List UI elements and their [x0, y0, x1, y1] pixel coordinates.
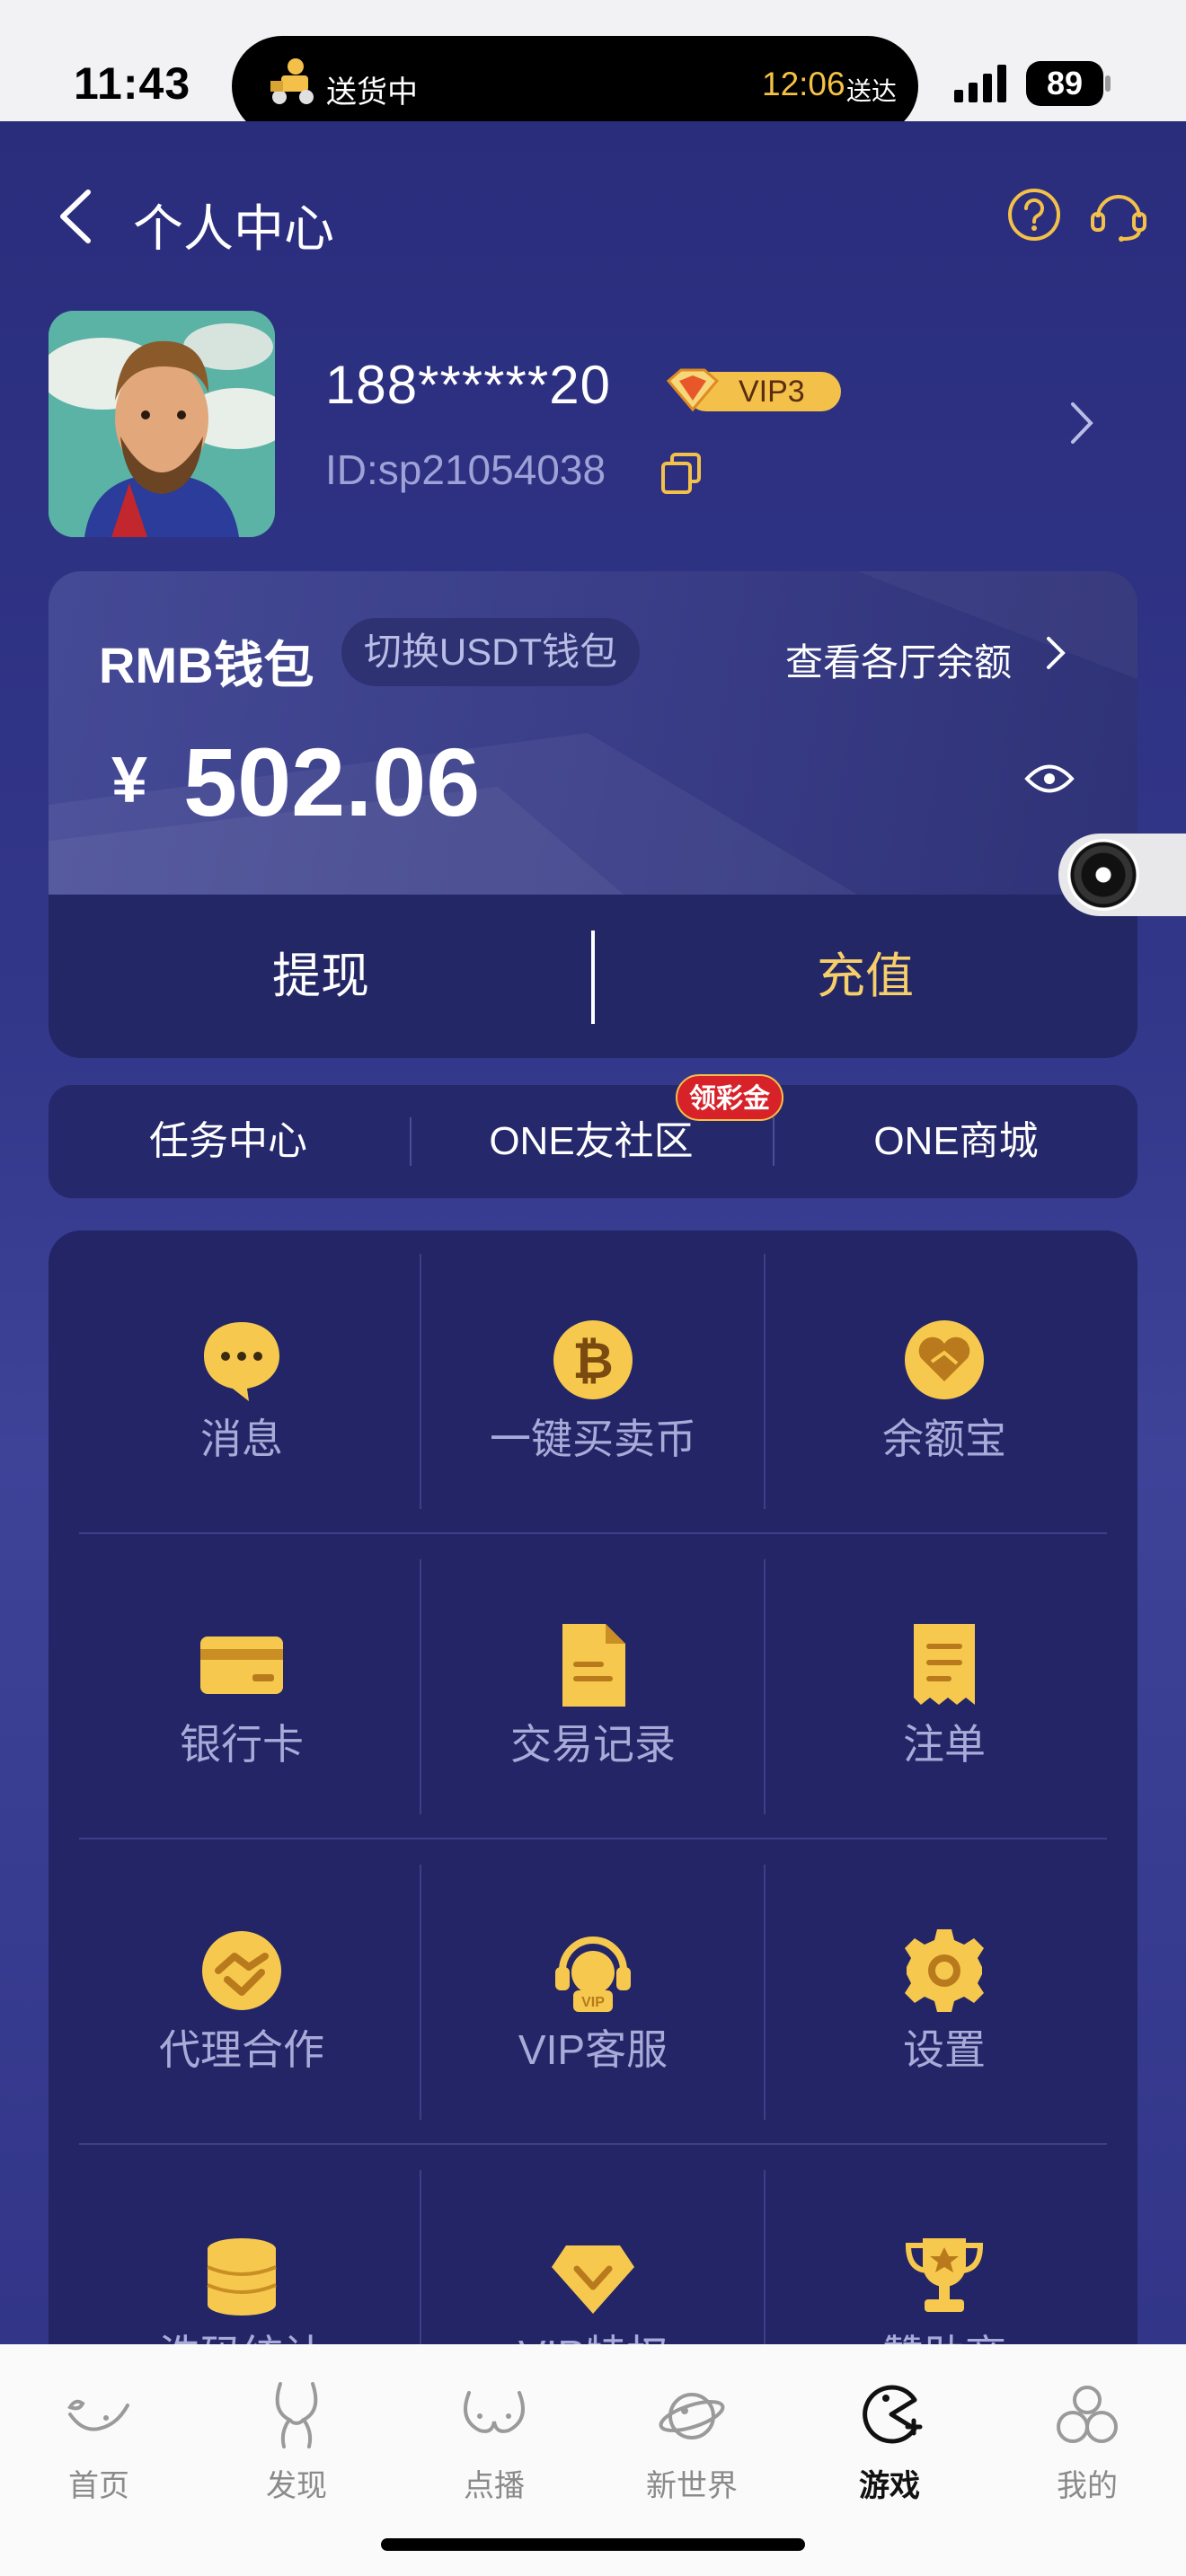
activity-time: 12:06 — [762, 66, 845, 102]
grid-item-transactions[interactable]: 交易记录 — [421, 1536, 765, 1841]
coin-stack-icon — [207, 2238, 277, 2316]
reward-badge[interactable]: 领彩金 — [676, 1074, 783, 1121]
vinyl-disc-icon[interactable] — [1067, 839, 1139, 911]
svg-text:₿: ₿ — [572, 1332, 614, 1389]
vip-badge[interactable]: VIP3 — [665, 361, 845, 420]
nav-label: 游戏 — [859, 2469, 920, 2503]
home-indicator[interactable] — [381, 2538, 805, 2551]
view-balances-link[interactable]: 查看各厅余额 — [785, 632, 1012, 687]
username: 188******20 — [325, 355, 611, 415]
nav-games[interactable]: 游戏 — [791, 2380, 988, 2506]
back-arrow-icon[interactable] — [56, 187, 95, 246]
grid-item-label: 余额宝 — [882, 1416, 1006, 1462]
nav-label: 首页 — [68, 2469, 129, 2503]
grid-item-label: VIP客服 — [518, 2026, 668, 2073]
handshake-icon — [202, 1931, 281, 2010]
copy-icon[interactable] — [659, 451, 704, 496]
grid-item-bet-slip[interactable]: 注单 — [773, 1536, 1116, 1841]
grid-item-label: 一键买卖币 — [490, 1416, 696, 1462]
battery-cap — [1105, 75, 1111, 92]
grid-item-vip-service[interactable]: VIP VIP客服 — [421, 1841, 765, 2147]
avatar[interactable] — [49, 311, 275, 537]
nav-label: 发现 — [266, 2469, 327, 2503]
status-time: 11:43 — [74, 58, 191, 109]
grid-item-settings[interactable]: 设置 — [773, 1841, 1116, 2147]
grid-item-buy-sell-coin[interactable]: ₿ 一键买卖币 — [421, 1231, 765, 1536]
help-icon[interactable] — [1006, 187, 1062, 243]
activity-eta-label: 送达 — [846, 77, 898, 105]
grid-item-label: 消息 — [200, 1416, 283, 1462]
deposit-button[interactable]: 充值 — [593, 895, 1137, 1058]
planet-icon — [659, 2393, 725, 2439]
tab-task-center[interactable]: 任务中心 — [49, 1085, 408, 1198]
discover-icon — [275, 2382, 318, 2448]
document-icon — [562, 1624, 625, 1707]
grid-item-label: 设置 — [903, 2026, 986, 2073]
user-id: ID:sp21054038 — [325, 446, 606, 493]
eye-icon[interactable] — [1024, 760, 1075, 798]
wallet-card: RMB钱包 切换USDT钱包 查看各厅余额 ¥ 502.06 提现 充值 — [49, 571, 1137, 1058]
grid-item-bank-card[interactable]: 银行卡 — [70, 1536, 413, 1841]
chevron-right-icon[interactable] — [1069, 401, 1094, 446]
bank-card-icon — [200, 1636, 283, 1694]
withdraw-button[interactable]: 提现 — [49, 895, 593, 1058]
battery-level: 89 — [1026, 61, 1103, 106]
page-title: 个人中心 — [133, 200, 334, 257]
grid-item-label: 银行卡 — [180, 1721, 304, 1768]
currency-symbol: ¥ — [111, 745, 148, 816]
tab-mall[interactable]: ONE商城 — [774, 1085, 1137, 1198]
grid-item-label: 交易记录 — [510, 1721, 676, 1768]
svg-text:VIP: VIP — [581, 1995, 605, 2010]
grid-item-messages[interactable]: 消息 — [70, 1231, 413, 1536]
activity-status: 送货中 — [326, 75, 418, 110]
grid-item-label: 注单 — [903, 1721, 986, 1768]
video-icon — [464, 2391, 525, 2433]
nav-label: 新世界 — [646, 2469, 738, 2503]
bitcoin-icon: ₿ — [553, 1320, 633, 1399]
receipt-icon — [914, 1624, 975, 1705]
grid-item-agency[interactable]: 代理合作 — [70, 1841, 413, 2147]
feature-tabs: 任务中心 ONE友社区 ONE商城 — [49, 1085, 1137, 1198]
customer-service-icon[interactable] — [1089, 187, 1148, 243]
diamond-icon — [552, 2245, 634, 2314]
gear-icon — [905, 1929, 984, 2012]
signal-icon — [954, 65, 1006, 102]
vip-headset-icon: VIP — [555, 1936, 631, 2012]
nav-on-demand[interactable]: 点播 — [395, 2380, 593, 2506]
chevron-right-icon[interactable] — [1046, 636, 1066, 670]
nav-profile[interactable]: 我的 — [988, 2380, 1186, 2506]
game-icon — [863, 2385, 923, 2444]
home-icon — [67, 2399, 129, 2431]
vip-level-text: VIP3 — [739, 375, 805, 409]
wallet-header: RMB钱包 切换USDT钱包 查看各厅余额 ¥ 502.06 — [49, 571, 1137, 895]
delivery-rider-icon — [270, 58, 314, 104]
balance-amount: 502.06 — [183, 728, 481, 836]
trophy-icon — [905, 2238, 984, 2312]
switch-wallet-button[interactable]: 切换USDT钱包 — [341, 618, 640, 686]
function-grid: 消息 ₿ 一键买卖币 余额宝 银行卡 交易记录 注单 代理合作 VIP VIP客… — [49, 1231, 1137, 2398]
nav-home[interactable]: 首页 — [0, 2380, 198, 2506]
avatar-image — [49, 311, 275, 537]
nav-discover[interactable]: 发现 — [198, 2380, 395, 2506]
grid-item-label: 代理合作 — [159, 2026, 324, 2073]
handshake-heart-icon — [905, 1320, 984, 1399]
nav-label: 我的 — [1057, 2469, 1118, 2503]
nav-label: 点播 — [464, 2469, 525, 2503]
profile-icon — [1057, 2386, 1118, 2443]
chat-bubble-icon — [204, 1322, 279, 1401]
grid-item-yuebao[interactable]: 余额宝 — [773, 1231, 1116, 1536]
wallet-name: RMB钱包 — [99, 637, 314, 693]
nav-new-world[interactable]: 新世界 — [593, 2380, 791, 2506]
